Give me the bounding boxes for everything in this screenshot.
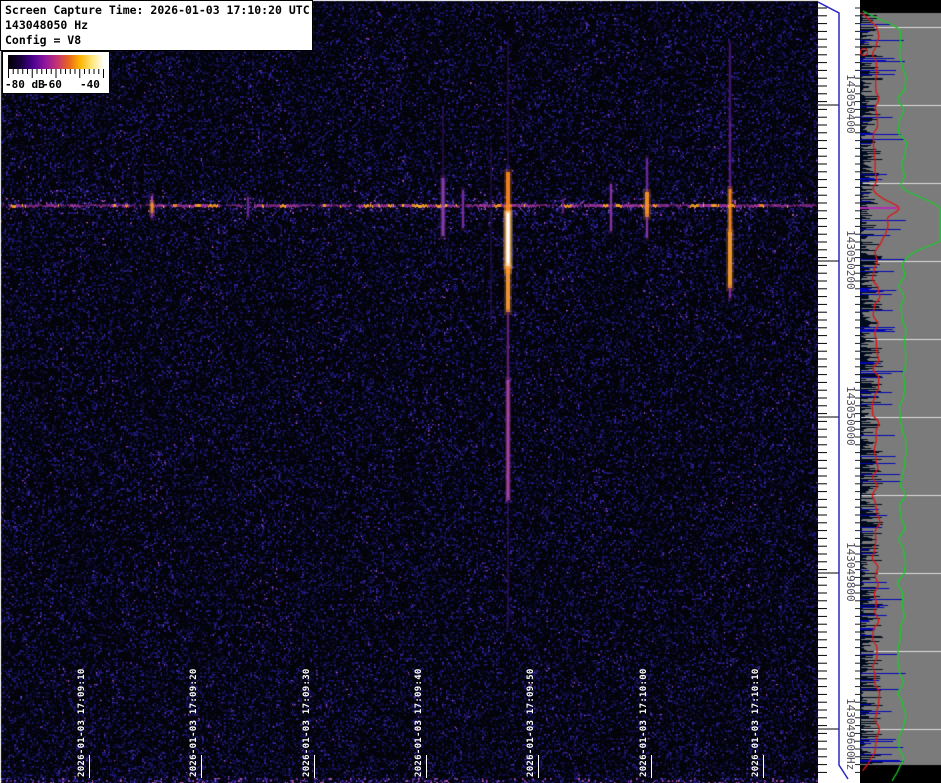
colorbar-label-mid: -60 <box>42 78 62 91</box>
time-label: 2026-01-03 17:09:10 <box>77 668 87 777</box>
time-label: 2026-01-03 17:10:00 <box>639 668 649 777</box>
time-tick <box>538 755 539 778</box>
time-tick <box>314 755 315 778</box>
frequency-label: 143050000 <box>844 386 857 446</box>
time-label: 2026-01-03 17:10:10 <box>751 668 761 777</box>
frequency-label: 143050400 <box>844 74 857 134</box>
time-label: 2026-01-03 17:09:50 <box>526 668 536 777</box>
time-tick <box>763 755 764 778</box>
colorbar-label-max: -40 <box>80 78 100 91</box>
frequency-label: 143049800 <box>844 542 857 602</box>
time-tick <box>426 755 427 778</box>
center-frequency-text: 143048050 Hz <box>5 18 89 32</box>
frequency-label: 143050200 <box>844 230 857 290</box>
time-label: 2026-01-03 17:09:40 <box>414 668 424 777</box>
time-tick <box>201 755 202 778</box>
config-text: Config = V8 <box>5 33 82 47</box>
colorbar-gradient <box>8 55 104 69</box>
time-tick <box>651 755 652 778</box>
spectrum-panel-canvas <box>860 0 941 783</box>
time-label: 2026-01-03 17:09:30 <box>302 668 312 777</box>
colorbar-legend: -80 dB -60 -40 <box>2 51 110 94</box>
frequency-unit-label: Hz <box>844 757 857 771</box>
time-label: 2026-01-03 17:09:20 <box>189 668 199 777</box>
capture-info-box: Screen Capture Time: 2026-01-03 17:10:20… <box>0 0 313 51</box>
time-tick <box>89 755 90 778</box>
capture-time-text: Screen Capture Time: 2026-01-03 17:10:20… <box>5 3 310 17</box>
frequency-label: 143049600 <box>844 698 857 758</box>
spectrogram-app: Screen Capture Time: 2026-01-03 17:10:20… <box>0 0 941 783</box>
waterfall-canvas <box>0 0 818 783</box>
colorbar-label-min: -80 dB <box>5 78 45 91</box>
